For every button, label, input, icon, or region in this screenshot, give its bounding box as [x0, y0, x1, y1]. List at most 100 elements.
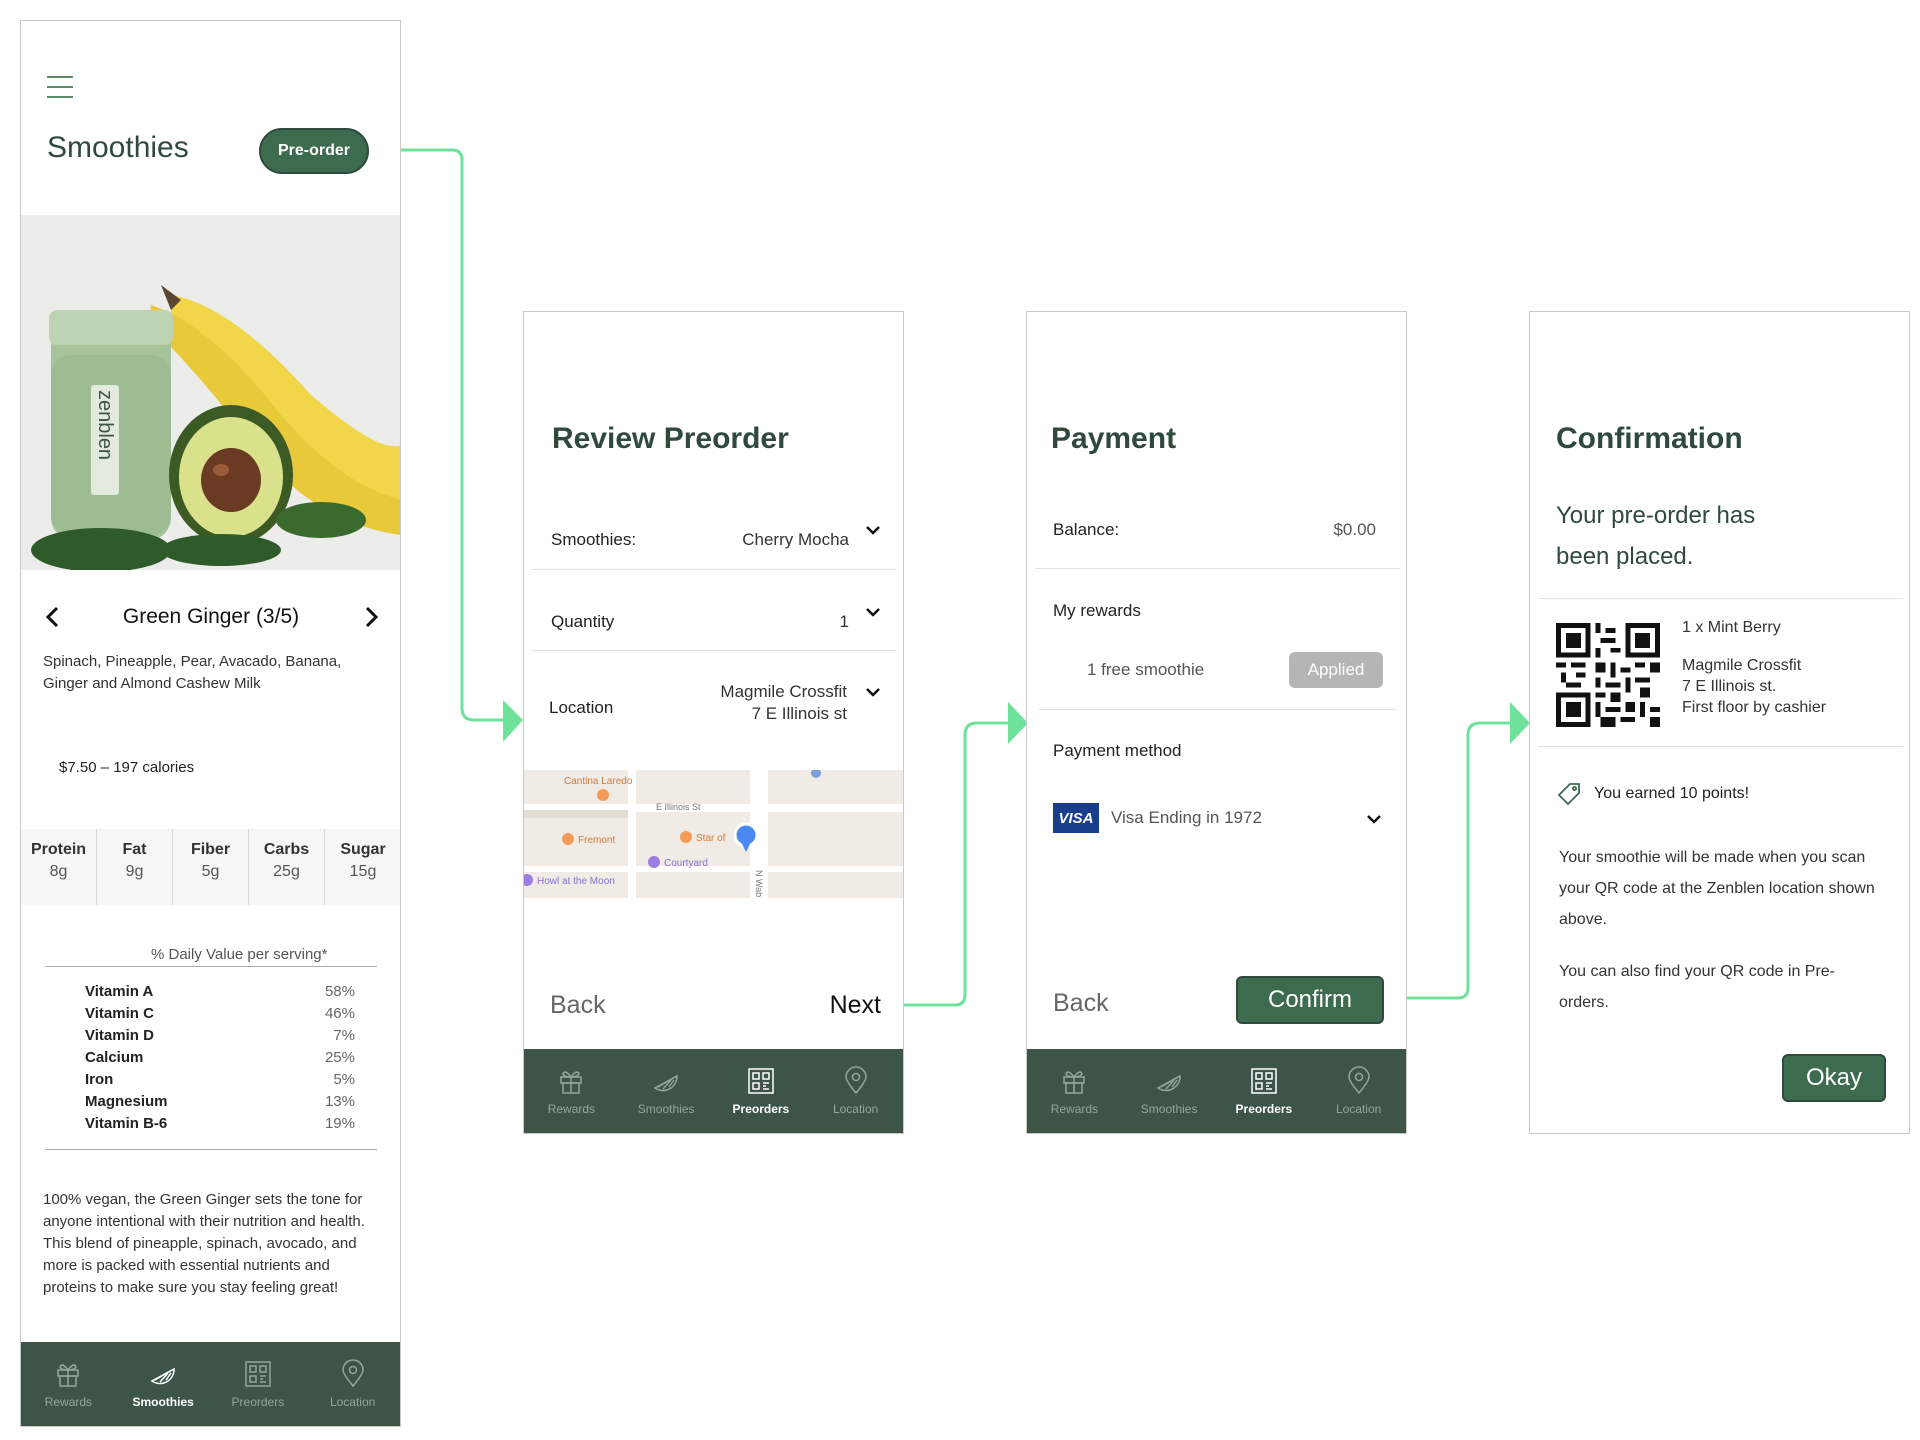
- page-title: Review Preorder: [552, 422, 789, 455]
- pre-order-button[interactable]: Pre-order: [259, 128, 369, 174]
- info-text: Your smoothie will be made when you scan…: [1559, 849, 1875, 928]
- map-street-label: N Wab: [754, 870, 764, 897]
- visa-card-icon: VISA: [1053, 803, 1099, 833]
- nav-location[interactable]: Location: [305, 1342, 400, 1426]
- gift-icon: [560, 1071, 583, 1094]
- bottom-nav: Rewards Smoothies Preorders Location: [1027, 1049, 1406, 1133]
- row-divider: [1538, 598, 1903, 599]
- row-divider: [532, 650, 897, 651]
- location-label: Location: [549, 698, 614, 717]
- confirmation-message-line1: Your pre-order has: [1556, 502, 1756, 529]
- confirm-button[interactable]: Confirm: [1236, 976, 1384, 1024]
- nav-location[interactable]: Location: [808, 1049, 903, 1133]
- okay-button[interactable]: Okay: [1782, 1054, 1886, 1102]
- tag-icon: [1557, 783, 1580, 806]
- location-map[interactable]: Cantina Laredo Fremont Star of Courtyard…: [524, 770, 903, 898]
- vitamin-row: Vitamin C 46%: [85, 1005, 355, 1022]
- chevron-down-icon[interactable]: [863, 682, 883, 702]
- nav-preorders[interactable]: Preorders: [1217, 1049, 1312, 1133]
- back-button[interactable]: Back: [550, 991, 606, 1020]
- smoothies-label: Smoothies:: [551, 530, 637, 549]
- review-preorder-screen: Review Preorder Smoothies: Cherry Mocha …: [523, 311, 904, 1134]
- row-divider: [1035, 568, 1400, 569]
- smoothies-screen: Smoothies Pre-order zenblen Green Ginger…: [20, 20, 401, 1427]
- nutrition-sugar: Sugar 15g: [340, 841, 386, 880]
- chevron-left-icon[interactable]: [43, 605, 63, 629]
- back-button[interactable]: Back: [1053, 989, 1109, 1018]
- bottom-nav: Rewards Smoothies Preorders Location: [524, 1049, 903, 1133]
- vitamin-row: Vitamin B-6 19%: [85, 1115, 355, 1132]
- page-title: Smoothies: [47, 131, 189, 164]
- confirmation-message-line2: been placed.: [1556, 543, 1694, 570]
- row-divider: [1039, 709, 1396, 710]
- bottom-nav: Rewards Smoothies Preorders Location: [21, 1342, 400, 1426]
- lime-icon: [653, 1074, 678, 1092]
- map-pin-icon: [844, 1066, 867, 1095]
- nav-smoothies[interactable]: Smoothies: [116, 1342, 211, 1426]
- daily-value-header: % Daily Value per serving*: [151, 946, 328, 963]
- nav-smoothies[interactable]: Smoothies: [1122, 1049, 1217, 1133]
- info-text-secondary: You can also find your QR code in Pre-or…: [1559, 963, 1836, 1011]
- quantity-label: Quantity: [551, 612, 615, 631]
- nutrition-fat: Fat 9g: [97, 829, 173, 905]
- vitamin-row: Calcium 25%: [85, 1049, 355, 1066]
- applied-button[interactable]: Applied: [1289, 652, 1383, 688]
- ingredients: Spinach, Pineapple, Pear, Avacado, Banan…: [43, 653, 342, 692]
- page-title: Payment: [1051, 422, 1177, 455]
- reward-item: 1 free smoothie: [1087, 660, 1205, 679]
- vitamin-row: Magnesium 13%: [85, 1093, 355, 1110]
- lime-icon: [150, 1367, 175, 1385]
- next-button[interactable]: Next: [830, 991, 881, 1020]
- order-item: 1 x Mint Berry: [1682, 619, 1781, 636]
- nav-location[interactable]: Location: [1311, 1049, 1406, 1133]
- map-pin-icon: [1347, 1066, 1370, 1095]
- jar-brand-label: zenblen: [94, 390, 116, 460]
- vitamin-row: Vitamin A 58%: [85, 983, 355, 1000]
- location-detail: First floor by cashier: [1682, 699, 1827, 716]
- location-name: Magmile Crossfit: [1682, 657, 1802, 674]
- location-name[interactable]: Magmile Crossfit: [720, 682, 847, 702]
- map-place-label: Cantina Laredo: [564, 776, 633, 787]
- nav-preorders[interactable]: Preorders: [714, 1049, 809, 1133]
- map-place-label: Star of: [696, 833, 726, 844]
- lime-icon: [1156, 1074, 1181, 1092]
- nutrition-carbs: Carbs 25g: [249, 829, 325, 905]
- gift-icon: [57, 1364, 80, 1387]
- chevron-down-icon[interactable]: [1364, 809, 1384, 829]
- location-address: 7 E Illinois st.: [1682, 678, 1777, 695]
- chevron-down-icon[interactable]: [863, 602, 883, 622]
- qr-code: [1556, 623, 1660, 727]
- card-text[interactable]: Visa Ending in 1972: [1111, 808, 1262, 828]
- quantity-value[interactable]: 1: [840, 612, 849, 632]
- vitamin-divider-bottom: [45, 1149, 377, 1150]
- nav-rewards[interactable]: Rewards: [21, 1342, 116, 1426]
- nav-rewards[interactable]: Rewards: [1027, 1049, 1122, 1133]
- nutrition-table: Protein 8g Fat 9g Fiber 5g Carbs 25g Sugar 15…: [21, 829, 400, 905]
- chevron-right-icon[interactable]: [361, 605, 381, 629]
- map-place-label: Courtyard: [664, 858, 708, 869]
- qr-code-icon: [1251, 1068, 1277, 1094]
- nav-preorders[interactable]: Preorders: [211, 1342, 306, 1426]
- product-description: 100% vegan, the Green Ginger sets the to…: [43, 1191, 365, 1296]
- points-earned: You earned 10 points!: [1594, 785, 1750, 802]
- vitamin-row: Iron 5%: [85, 1071, 355, 1088]
- map-street-label: E Illinois St: [656, 802, 701, 812]
- qr-code-icon: [245, 1361, 271, 1387]
- row-divider: [532, 569, 897, 570]
- payment-method-label: Payment method: [1053, 741, 1182, 760]
- rewards-label: My rewards: [1053, 601, 1141, 620]
- menu-icon[interactable]: [47, 73, 73, 98]
- row-divider: [1538, 746, 1903, 747]
- payment-screen: Payment Balance: $0.00 My rewards 1 free…: [1026, 311, 1407, 1134]
- nutrition-protein: Protein 8g: [21, 829, 97, 905]
- gift-icon: [1063, 1071, 1086, 1094]
- chevron-down-icon[interactable]: [863, 520, 883, 540]
- product-image: zenblen: [21, 215, 400, 570]
- nav-smoothies[interactable]: Smoothies: [619, 1049, 714, 1133]
- smoothies-value[interactable]: Cherry Mocha: [742, 530, 849, 550]
- map-pin-icon: [341, 1359, 364, 1388]
- balance-value: $0.00: [1333, 520, 1376, 539]
- product-name: Green Ginger (3/5): [122, 605, 300, 628]
- nav-rewards[interactable]: Rewards: [524, 1049, 619, 1133]
- page-title: Confirmation: [1556, 422, 1743, 455]
